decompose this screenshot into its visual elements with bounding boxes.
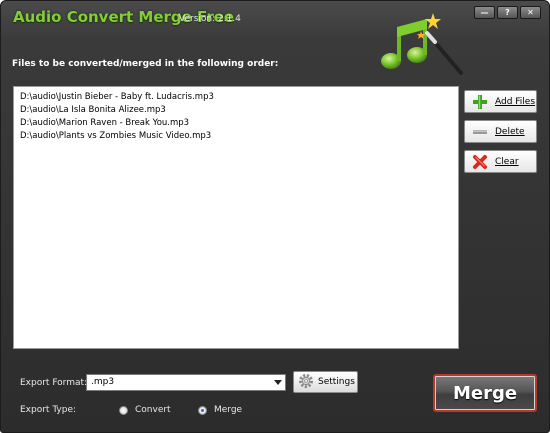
list-item[interactable]: D:\audio\Justin Bieber - Baby ft. Ludacr… bbox=[20, 91, 214, 104]
export-type-label: Export Type: bbox=[20, 405, 77, 415]
settings-label: Settings bbox=[318, 377, 355, 387]
minus-icon bbox=[465, 124, 495, 140]
version-label: Version: 2.1.4 bbox=[179, 14, 241, 24]
clear-button[interactable]: Clear bbox=[464, 150, 537, 173]
export-format-label: Export Format: bbox=[20, 378, 88, 388]
convert-radio[interactable]: Convert bbox=[119, 405, 171, 415]
convert-radio-label: Convert bbox=[135, 405, 171, 415]
add-files-label: Add Files bbox=[495, 96, 536, 107]
red-x-icon bbox=[465, 154, 495, 170]
window-controls: — ? ✕ bbox=[474, 6, 541, 19]
close-button[interactable]: ✕ bbox=[520, 6, 541, 19]
file-list[interactable]: D:\audio\Justin Bieber - Baby ft. Ludacr… bbox=[13, 86, 459, 349]
minimize-button[interactable]: — bbox=[474, 6, 495, 19]
list-item[interactable]: D:\audio\Plants vs Zombies Music Video.m… bbox=[20, 130, 211, 143]
export-format-select[interactable]: .mp3 bbox=[86, 374, 286, 391]
clear-label: Clear bbox=[495, 156, 519, 167]
merge-button[interactable]: Merge bbox=[433, 374, 537, 412]
merge-radio[interactable]: Merge bbox=[198, 405, 242, 415]
files-label: Files to be converted/merged in the foll… bbox=[12, 59, 279, 69]
delete-label: Delete bbox=[495, 126, 525, 137]
merge-radio-label: Merge bbox=[214, 405, 243, 415]
export-format-value: .mp3 bbox=[91, 377, 115, 387]
radio-convert-dot[interactable] bbox=[119, 405, 128, 415]
gear-icon bbox=[298, 373, 314, 392]
plus-icon bbox=[465, 94, 495, 110]
list-item[interactable]: D:\audio\La Isla Bonita Alizee.mp3 bbox=[20, 104, 166, 117]
add-files-button[interactable]: Add Files bbox=[464, 90, 537, 113]
list-item[interactable]: D:\audio\Marion Raven - Break You.mp3 bbox=[20, 117, 189, 130]
settings-button[interactable]: Settings bbox=[293, 371, 358, 393]
music-note-magic-wand-icon bbox=[381, 13, 463, 75]
app-window: Audio Convert Merge Free Version: 2.1.4 … bbox=[0, 0, 550, 433]
radio-merge-dot[interactable] bbox=[198, 405, 207, 415]
chevron-down-icon[interactable] bbox=[274, 380, 282, 385]
delete-button[interactable]: Delete bbox=[464, 120, 537, 143]
help-button[interactable]: ? bbox=[497, 6, 518, 19]
